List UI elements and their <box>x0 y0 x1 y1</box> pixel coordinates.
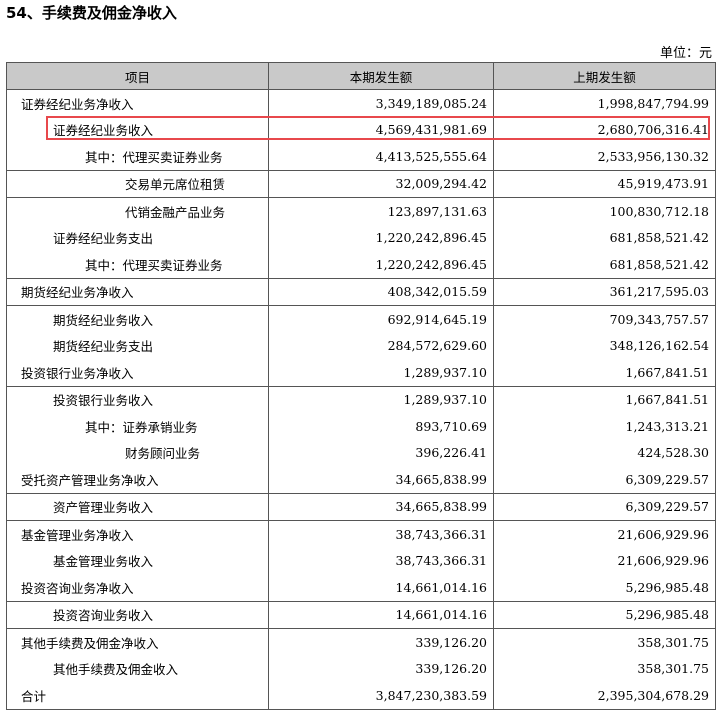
row-current: 396,226.41 <box>268 439 494 466</box>
header-item: 项目 <box>6 62 269 90</box>
row-label: 合计 <box>6 682 269 710</box>
table-header-row: 项目 本期发生额 上期发生额 <box>6 62 716 90</box>
row-current: 692,914,645.19 <box>268 305 494 333</box>
row-label: 证券经纪业务收入 <box>6 116 269 143</box>
row-current: 1,289,937.10 <box>268 385 494 413</box>
row-label: 其中：代理买卖证券业务 <box>6 143 269 170</box>
header-current: 本期发生额 <box>268 62 494 90</box>
row-current: 38,743,366.31 <box>268 520 494 548</box>
row-prior: 358,301.75 <box>493 628 716 656</box>
row-prior: 6,309,229.57 <box>493 492 716 521</box>
section-title: 54、手续费及佣金净收入 <box>6 4 177 22</box>
table-row: 资产管理业务收入 34,665,838.99 6,309,229.57 <box>6 492 716 521</box>
table-row: 其中：代理买卖证券业务 4,413,525,555.64 2,533,956,1… <box>6 143 716 170</box>
table-row: 交易单元席位租赁 32,009,294.42 45,919,473.91 <box>6 169 716 198</box>
row-prior: 21,606,929.96 <box>493 547 716 574</box>
table-row: 基金管理业务收入 38,743,366.31 21,606,929.96 <box>6 547 716 574</box>
row-prior: 2,395,304,678.29 <box>493 682 716 710</box>
row-label: 其中：证券承销业务 <box>6 413 269 440</box>
table-row: 其中：证券承销业务 893,710.69 1,243,313.21 <box>6 413 716 440</box>
row-label: 投资咨询业务收入 <box>6 600 269 629</box>
row-prior: 100,830,712.18 <box>493 197 716 225</box>
row-label: 交易单元席位租赁 <box>6 169 269 198</box>
table-row: 证券经纪业务支出 1,220,242,896.45 681,858,521.42 <box>6 224 716 251</box>
row-current: 3,847,230,383.59 <box>268 682 494 710</box>
row-label: 基金管理业务净收入 <box>6 520 269 548</box>
table-row: 代销金融产品业务 123,897,131.63 100,830,712.18 <box>6 197 716 225</box>
row-current: 14,661,014.16 <box>268 600 494 629</box>
row-label: 证券经纪业务支出 <box>6 224 269 251</box>
row-current: 893,710.69 <box>268 413 494 440</box>
row-current: 34,665,838.99 <box>268 466 494 493</box>
row-label: 期货经纪业务收入 <box>6 305 269 333</box>
table-row: 投资银行业务净收入 1,289,937.10 1,667,841.51 <box>6 359 716 386</box>
unit-label: 单位：元 <box>659 46 712 61</box>
table-row: 期货经纪业务净收入 408,342,015.59 361,217,595.03 <box>6 277 716 306</box>
header-prior: 上期发生额 <box>493 62 716 90</box>
row-label: 财务顾问业务 <box>6 439 269 466</box>
row-prior: 681,858,521.42 <box>493 251 716 278</box>
row-prior: 1,998,847,794.99 <box>493 89 716 117</box>
row-prior: 1,667,841.51 <box>493 385 716 413</box>
row-prior: 5,296,985.48 <box>493 574 716 601</box>
table-row: 投资咨询业务收入 14,661,014.16 5,296,985.48 <box>6 600 716 629</box>
row-current: 339,126.20 <box>268 655 494 682</box>
table-row-total: 合计 3,847,230,383.59 2,395,304,678.29 <box>6 682 716 710</box>
row-current: 38,743,366.31 <box>268 547 494 574</box>
row-current: 14,661,014.16 <box>268 574 494 601</box>
row-prior: 5,296,985.48 <box>493 600 716 629</box>
row-label: 资产管理业务收入 <box>6 492 269 521</box>
row-prior: 2,680,706,316.41 <box>493 116 716 143</box>
table-row: 其他手续费及佣金净收入 339,126.20 358,301.75 <box>6 628 716 656</box>
row-current: 123,897,131.63 <box>268 197 494 225</box>
row-label: 基金管理业务收入 <box>6 547 269 574</box>
table-row: 基金管理业务净收入 38,743,366.31 21,606,929.96 <box>6 520 716 548</box>
fee-income-table: 项目 本期发生额 上期发生额 证券经纪业务净收入 3,349,189,085.2… <box>6 62 716 710</box>
row-prior: 348,126,162.54 <box>493 332 716 359</box>
table-row: 其中：代理买卖证券业务 1,220,242,896.45 681,858,521… <box>6 251 716 278</box>
row-label: 代销金融产品业务 <box>6 197 269 225</box>
row-label: 受托资产管理业务净收入 <box>6 466 269 493</box>
row-label: 证券经纪业务净收入 <box>6 89 269 117</box>
table-row: 财务顾问业务 396,226.41 424,528.30 <box>6 439 716 466</box>
row-prior: 709,343,757.57 <box>493 305 716 333</box>
row-prior: 361,217,595.03 <box>493 277 716 306</box>
table-row: 证券经纪业务收入 4,569,431,981.69 2,680,706,316.… <box>6 116 716 143</box>
table-row: 期货经纪业务支出 284,572,629.60 348,126,162.54 <box>6 332 716 359</box>
table-row: 投资咨询业务净收入 14,661,014.16 5,296,985.48 <box>6 574 716 601</box>
row-prior: 424,528.30 <box>493 439 716 466</box>
row-current: 4,569,431,981.69 <box>268 116 494 143</box>
table-row: 其他手续费及佣金收入 339,126.20 358,301.75 <box>6 655 716 682</box>
table-row: 投资银行业务收入 1,289,937.10 1,667,841.51 <box>6 385 716 413</box>
table-row: 受托资产管理业务净收入 34,665,838.99 6,309,229.57 <box>6 466 716 493</box>
row-prior: 358,301.75 <box>493 655 716 682</box>
row-prior: 1,667,841.51 <box>493 359 716 386</box>
row-prior: 21,606,929.96 <box>493 520 716 548</box>
row-prior: 681,858,521.42 <box>493 224 716 251</box>
row-label: 其他手续费及佣金收入 <box>6 655 269 682</box>
row-current: 408,342,015.59 <box>268 277 494 306</box>
row-current: 1,289,937.10 <box>268 359 494 386</box>
row-label: 其他手续费及佣金净收入 <box>6 628 269 656</box>
row-current: 4,413,525,555.64 <box>268 143 494 170</box>
table-row: 期货经纪业务收入 692,914,645.19 709,343,757.57 <box>6 305 716 333</box>
row-prior: 6,309,229.57 <box>493 466 716 493</box>
row-current: 34,665,838.99 <box>268 492 494 521</box>
row-prior: 45,919,473.91 <box>493 169 716 198</box>
row-label: 期货经纪业务支出 <box>6 332 269 359</box>
row-current: 339,126.20 <box>268 628 494 656</box>
row-prior: 1,243,313.21 <box>493 413 716 440</box>
row-current: 3,349,189,085.24 <box>268 89 494 117</box>
row-prior: 2,533,956,130.32 <box>493 143 716 170</box>
row-current: 32,009,294.42 <box>268 169 494 198</box>
row-label: 其中：代理买卖证券业务 <box>6 251 269 278</box>
table-row: 证券经纪业务净收入 3,349,189,085.24 1,998,847,794… <box>6 89 716 117</box>
row-label: 投资咨询业务净收入 <box>6 574 269 601</box>
row-current: 1,220,242,896.45 <box>268 251 494 278</box>
row-label: 投资银行业务净收入 <box>6 359 269 386</box>
row-label: 期货经纪业务净收入 <box>6 277 269 306</box>
row-current: 284,572,629.60 <box>268 332 494 359</box>
row-label: 投资银行业务收入 <box>6 385 269 413</box>
row-current: 1,220,242,896.45 <box>268 224 494 251</box>
